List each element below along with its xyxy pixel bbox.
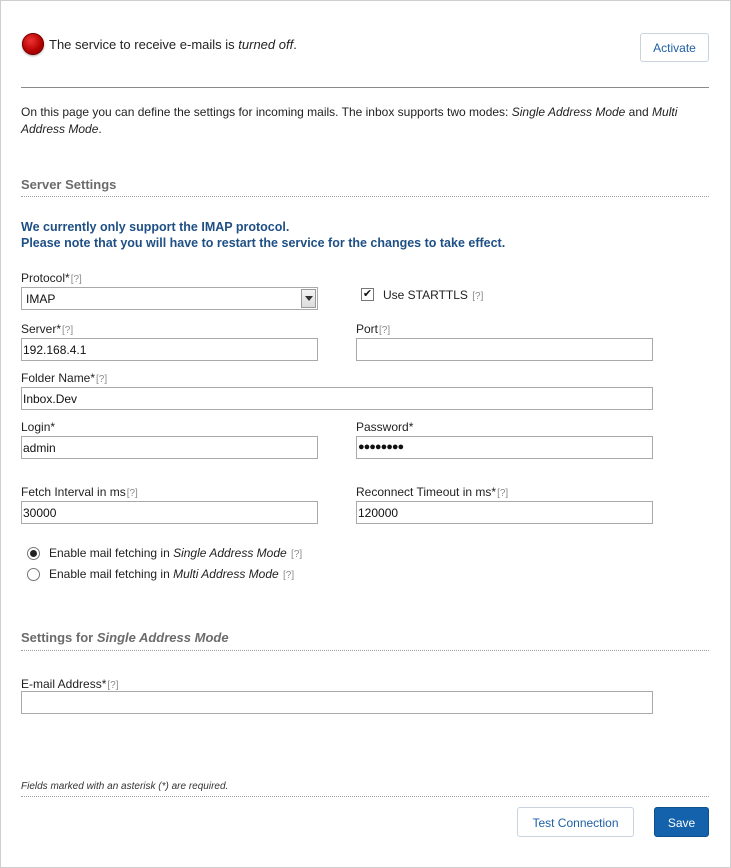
fetch-interval-input[interactable]: 30000: [21, 501, 318, 524]
fetch-interval-help-icon[interactable]: [?]: [127, 488, 138, 499]
status-indicator-icon: [22, 33, 44, 55]
password-input[interactable]: ●●●●●●●●: [356, 436, 653, 459]
chevron-down-icon[interactable]: [301, 289, 316, 308]
single-mode-settings-title: Settings for Single Address Mode: [21, 630, 229, 645]
starttls-checkbox[interactable]: ✔: [361, 288, 374, 301]
single-mode-radio[interactable]: [27, 547, 40, 560]
single-mode-divider: [21, 650, 709, 651]
email-address-label: E-mail Address*[?]: [21, 677, 119, 691]
status-divider: [21, 87, 709, 88]
activate-button[interactable]: Activate: [640, 33, 709, 62]
multi-mode-label[interactable]: Enable mail fetching in Multi Address Mo…: [49, 567, 294, 581]
email-address-input[interactable]: [21, 691, 653, 714]
service-status-text: The service to receive e-mails is turned…: [49, 37, 297, 52]
port-label: Port[?]: [356, 322, 391, 336]
server-label: Server*[?]: [21, 322, 74, 336]
reconnect-help-icon[interactable]: [?]: [497, 488, 508, 499]
starttls-help-icon[interactable]: [?]: [472, 291, 483, 302]
single-mode-label[interactable]: Enable mail fetching in Single Address M…: [49, 546, 302, 560]
save-button[interactable]: Save: [654, 807, 709, 837]
protocol-help-icon[interactable]: [?]: [71, 274, 82, 285]
folder-name-label: Folder Name*[?]: [21, 371, 108, 385]
port-input[interactable]: [356, 338, 653, 361]
fetch-interval-label: Fetch Interval in ms[?]: [21, 485, 138, 499]
protocol-select[interactable]: IMAP: [21, 287, 318, 310]
single-mode-help-icon[interactable]: [?]: [291, 549, 302, 560]
multi-mode-radio[interactable]: [27, 568, 40, 581]
protocol-label: Protocol*[?]: [21, 271, 82, 285]
service-state: turned off: [238, 37, 294, 52]
multi-mode-help-icon[interactable]: [?]: [283, 570, 294, 581]
server-settings-title: Server Settings: [21, 177, 117, 192]
password-label: Password*: [356, 420, 414, 434]
starttls-label: Use STARTTLS [?]: [383, 288, 484, 302]
port-help-icon[interactable]: [?]: [379, 325, 390, 336]
reconnect-timeout-input[interactable]: 120000: [356, 501, 653, 524]
login-label: Login*: [21, 420, 56, 434]
folder-name-input[interactable]: Inbox.Dev: [21, 387, 653, 410]
required-fields-note: Fields marked with an asterisk (*) are r…: [21, 781, 229, 792]
protocol-notice: We currently only support the IMAP proto…: [21, 220, 506, 250]
test-connection-button[interactable]: Test Connection: [517, 807, 634, 837]
server-settings-divider: [21, 196, 709, 197]
intro-text: On this page you can define the settings…: [21, 105, 678, 136]
email-help-icon[interactable]: [?]: [107, 680, 118, 691]
server-help-icon[interactable]: [?]: [62, 325, 73, 336]
login-input[interactable]: admin: [21, 436, 318, 459]
folder-help-icon[interactable]: [?]: [96, 374, 107, 385]
reconnect-timeout-label: Reconnect Timeout in ms*[?]: [356, 485, 509, 499]
server-input[interactable]: 192.168.4.1: [21, 338, 318, 361]
footer-divider: [21, 796, 709, 797]
